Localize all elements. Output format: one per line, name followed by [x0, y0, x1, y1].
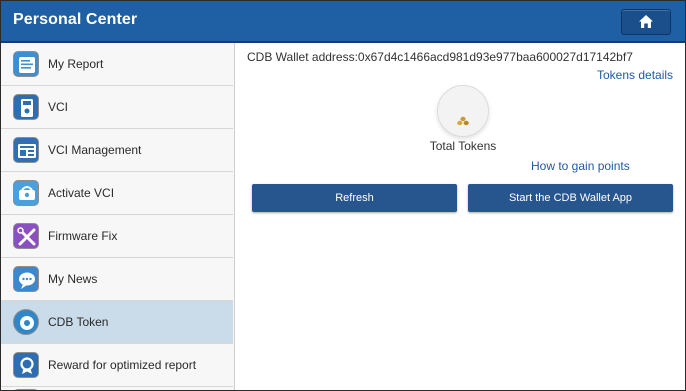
home-icon: [639, 15, 653, 28]
refresh-button[interactable]: Refresh: [252, 184, 457, 212]
sidebar-item-my-report[interactable]: My Report: [1, 43, 233, 86]
sidebar: My Report VCI VCI Management Activate VC…: [1, 43, 235, 390]
vci-management-icon: [13, 137, 39, 163]
tokens-details-link[interactable]: Tokens details: [597, 68, 673, 82]
window-frame: Personal Center My Report VCI VCI Manage…: [0, 0, 686, 391]
sidebar-item-label: VCI Management: [48, 143, 142, 157]
sidebar-item-firmware-fix[interactable]: Firmware Fix: [1, 215, 233, 258]
sidebar-item-partial: [1, 387, 233, 390]
wallet-address: CDB Wallet address:0x67d4c1466acd981d93e…: [247, 50, 633, 64]
sidebar-item-vci[interactable]: VCI: [1, 86, 233, 129]
sidebar-item-my-news[interactable]: My News: [1, 258, 233, 301]
sidebar-item-label: My News: [48, 272, 98, 286]
coin-stack-icon: [457, 116, 469, 126]
report-icon: [13, 51, 39, 77]
sidebar-item-label: Reward for optimized report: [48, 358, 197, 372]
home-button[interactable]: [621, 9, 671, 35]
sidebar-item-label: My Report: [48, 57, 104, 71]
token-balance-circle: [437, 85, 489, 137]
reward-icon: [13, 352, 39, 378]
sidebar-item-activate-vci[interactable]: Activate VCI: [1, 172, 233, 215]
sidebar-item-reward[interactable]: Reward for optimized report: [1, 344, 233, 387]
sidebar-item-label: CDB Token: [48, 315, 109, 329]
start-cdb-wallet-button[interactable]: Start the CDB Wallet App: [468, 184, 673, 212]
sidebar-item-cdb-token[interactable]: CDB Token: [1, 301, 233, 344]
total-tokens-label: Total Tokens: [429, 139, 497, 153]
sidebar-item-label: Activate VCI: [48, 186, 115, 200]
sidebar-item-label: VCI: [48, 100, 69, 114]
cdb-token-icon: [13, 309, 39, 335]
vci-icon: [13, 94, 39, 120]
header-bar: Personal Center: [1, 1, 685, 43]
sidebar-item-label: Firmware Fix: [48, 229, 118, 243]
firmware-fix-icon: [13, 223, 39, 249]
news-icon: [13, 266, 39, 292]
how-to-gain-points-link[interactable]: How to gain points: [531, 159, 630, 173]
cdb-token-panel: CDB Wallet address:0x67d4c1466acd981d93e…: [235, 43, 685, 390]
sidebar-item-vci-management[interactable]: VCI Management: [1, 129, 233, 172]
page-title: Personal Center: [13, 11, 138, 28]
activate-vci-icon: [13, 180, 39, 206]
